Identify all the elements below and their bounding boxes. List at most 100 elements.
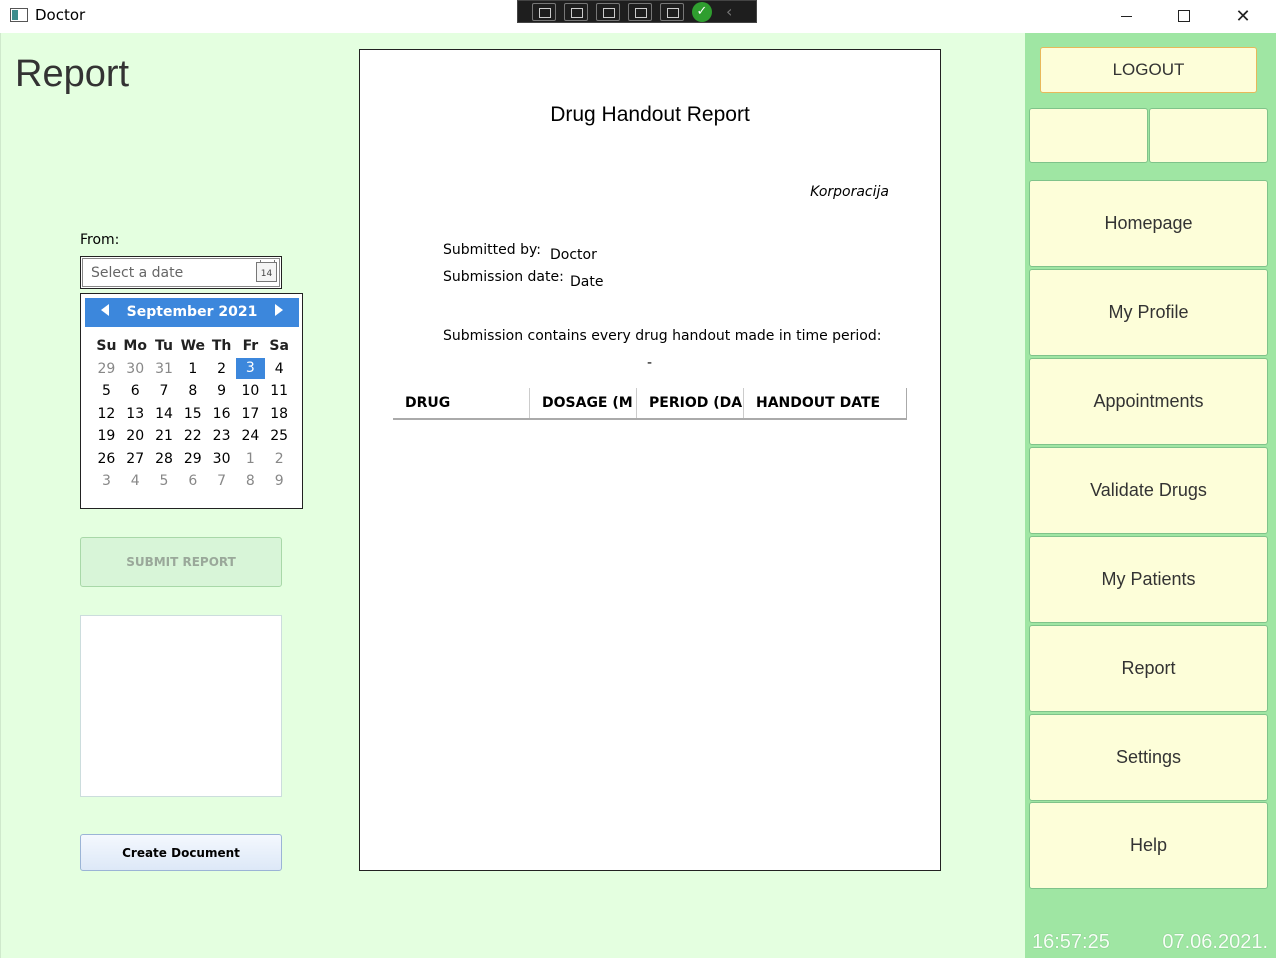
calendar-day[interactable]: 11 (265, 383, 294, 399)
calendar-week-row: 3456789 (92, 470, 294, 493)
app-icon (10, 8, 28, 22)
track-focus-icon[interactable] (628, 2, 652, 21)
calendar-day[interactable]: 19 (92, 428, 121, 444)
nav-appointments[interactable]: Appointments (1029, 358, 1268, 445)
calendar-day[interactable]: 4 (121, 473, 150, 489)
close-icon: ✕ (1235, 5, 1251, 27)
calendar-day[interactable]: 25 (265, 428, 294, 444)
calendar-day[interactable]: 6 (178, 473, 207, 489)
minimize-icon (1120, 15, 1132, 17)
calendar-day[interactable]: 10 (236, 383, 265, 399)
calendar-day[interactable]: 5 (150, 473, 179, 489)
calendar-day[interactable]: 23 (207, 428, 236, 444)
calendar-day[interactable]: 30 (121, 361, 150, 377)
checkmark-icon[interactable]: ✓ (692, 1, 712, 22)
calendar-day[interactable]: 2 (265, 451, 294, 467)
calendar-day[interactable]: 22 (178, 428, 207, 444)
minimize-button[interactable] (1097, 0, 1155, 32)
calendar-header: September 2021 (85, 298, 299, 327)
calendar-day[interactable]: 17 (236, 406, 265, 422)
calendar-day[interactable]: 26 (92, 451, 121, 467)
next-month-icon[interactable] (275, 304, 283, 316)
nav-my-patients[interactable]: My Patients (1029, 536, 1268, 623)
collapse-chevron-icon[interactable]: ‹ (726, 2, 732, 21)
nav-validate-drugs[interactable]: Validate Drugs (1029, 447, 1268, 534)
date-picker-input[interactable]: Select a date 14 (80, 256, 282, 289)
create-document-button[interactable]: Create Document (80, 834, 282, 871)
drug-table-header: DRUG DOSAGE (M PERIOD (DA HANDOUT DATE (393, 388, 907, 420)
calendar-day[interactable]: 15 (178, 406, 207, 422)
calendar-day[interactable]: 8 (236, 473, 265, 489)
window-title: Doctor (35, 6, 86, 24)
period-value: - (647, 355, 653, 371)
hot-reload-icon[interactable] (660, 2, 684, 21)
column-drug[interactable]: DRUG (393, 388, 530, 418)
period-description: Submission contains every drug handout m… (443, 328, 882, 344)
calendar-day[interactable]: 1 (178, 361, 207, 377)
nav-settings[interactable]: Settings (1029, 714, 1268, 801)
nav-my-profile[interactable]: My Profile (1029, 269, 1268, 356)
submission-date-value: Date (570, 274, 604, 290)
nav-homepage[interactable]: Homepage (1029, 180, 1268, 267)
sidebar-blank-button-left[interactable] (1029, 108, 1148, 163)
document-title: Drug Handout Report (550, 103, 750, 126)
debug-toolbar: ✓ ‹ (517, 0, 757, 23)
logout-button[interactable]: LOGOUT (1040, 47, 1257, 93)
calendar-day[interactable]: 20 (121, 428, 150, 444)
company-name: Korporacija (810, 184, 889, 200)
calendar-day[interactable]: 29 (178, 451, 207, 467)
calendar-day[interactable]: 7 (207, 473, 236, 489)
calendar-day[interactable]: 9 (265, 473, 294, 489)
calendar-day[interactable]: 9 (207, 383, 236, 399)
calendar-day[interactable]: 21 (150, 428, 179, 444)
calendar-month-label[interactable]: September 2021 (85, 304, 299, 320)
calendar-day[interactable]: 5 (92, 383, 121, 399)
nav-help[interactable]: Help (1029, 802, 1268, 889)
maximize-button[interactable] (1155, 0, 1213, 32)
from-label: From: (80, 232, 120, 248)
live-tree-icon[interactable] (532, 2, 556, 21)
calendar-day-selected[interactable]: 3 (235, 358, 265, 380)
nav-report[interactable]: Report (1029, 625, 1268, 712)
calendar-day[interactable]: 3 (92, 473, 121, 489)
close-button[interactable]: ✕ (1214, 0, 1272, 32)
calendar-day[interactable]: 24 (236, 428, 265, 444)
display-adorners-icon[interactable] (596, 2, 620, 21)
submission-date-label: Submission date: (443, 269, 564, 285)
calendar-week-row: 12 13 14 15 16 17 18 (92, 403, 294, 426)
weekday-label: Su (96, 338, 117, 355)
weekday-label: Tu (155, 338, 173, 355)
calendar-day[interactable]: 29 (92, 361, 121, 377)
select-element-icon[interactable] (564, 2, 588, 21)
sidebar-blank-button-right[interactable] (1149, 108, 1268, 163)
submitted-by-label: Submitted by: (443, 242, 541, 258)
column-handout-date[interactable]: HANDOUT DATE (744, 388, 906, 418)
column-dosage[interactable]: DOSAGE (M (530, 388, 637, 418)
weekday-label: Th (211, 338, 232, 355)
title-bar: Doctor ✓ ‹ ✕ (0, 0, 1276, 32)
calendar-week-row: 5 6 7 8 9 10 11 (92, 380, 294, 403)
calendar-day[interactable]: 18 (265, 406, 294, 422)
calendar-day[interactable]: 2 (207, 361, 236, 377)
calendar-day[interactable]: 8 (178, 383, 207, 399)
calendar-day[interactable]: 31 (150, 361, 179, 377)
calendar-day[interactable]: 16 (207, 406, 236, 422)
calendar-popup: September 2021 Su Mo Tu We Th Fr Sa 29 30 31 1 2 3 4 5… (80, 293, 303, 509)
calendar-day[interactable]: 28 (150, 451, 179, 467)
calendar-day[interactable]: 14 (150, 406, 179, 422)
calendar-day[interactable]: 6 (121, 383, 150, 399)
weekday-label: Sa (269, 338, 289, 355)
calendar-day[interactable]: 4 (265, 361, 294, 377)
calendar-icon[interactable]: 14 (256, 260, 277, 282)
calendar-day[interactable]: 13 (121, 406, 150, 422)
submit-report-button[interactable]: SUBMIT REPORT (80, 537, 282, 587)
calendar-day[interactable]: 12 (92, 406, 121, 422)
calendar-day[interactable]: 1 (236, 451, 265, 467)
calendar-day[interactable]: 27 (121, 451, 150, 467)
calendar-day[interactable]: 7 (150, 383, 179, 399)
submitted-by-value: Doctor (550, 247, 597, 263)
column-period[interactable]: PERIOD (DA (637, 388, 744, 418)
status-date: 07.06.2021. (1162, 931, 1268, 953)
calendar-day[interactable]: 30 (207, 451, 236, 467)
page-title: Report (15, 53, 130, 95)
